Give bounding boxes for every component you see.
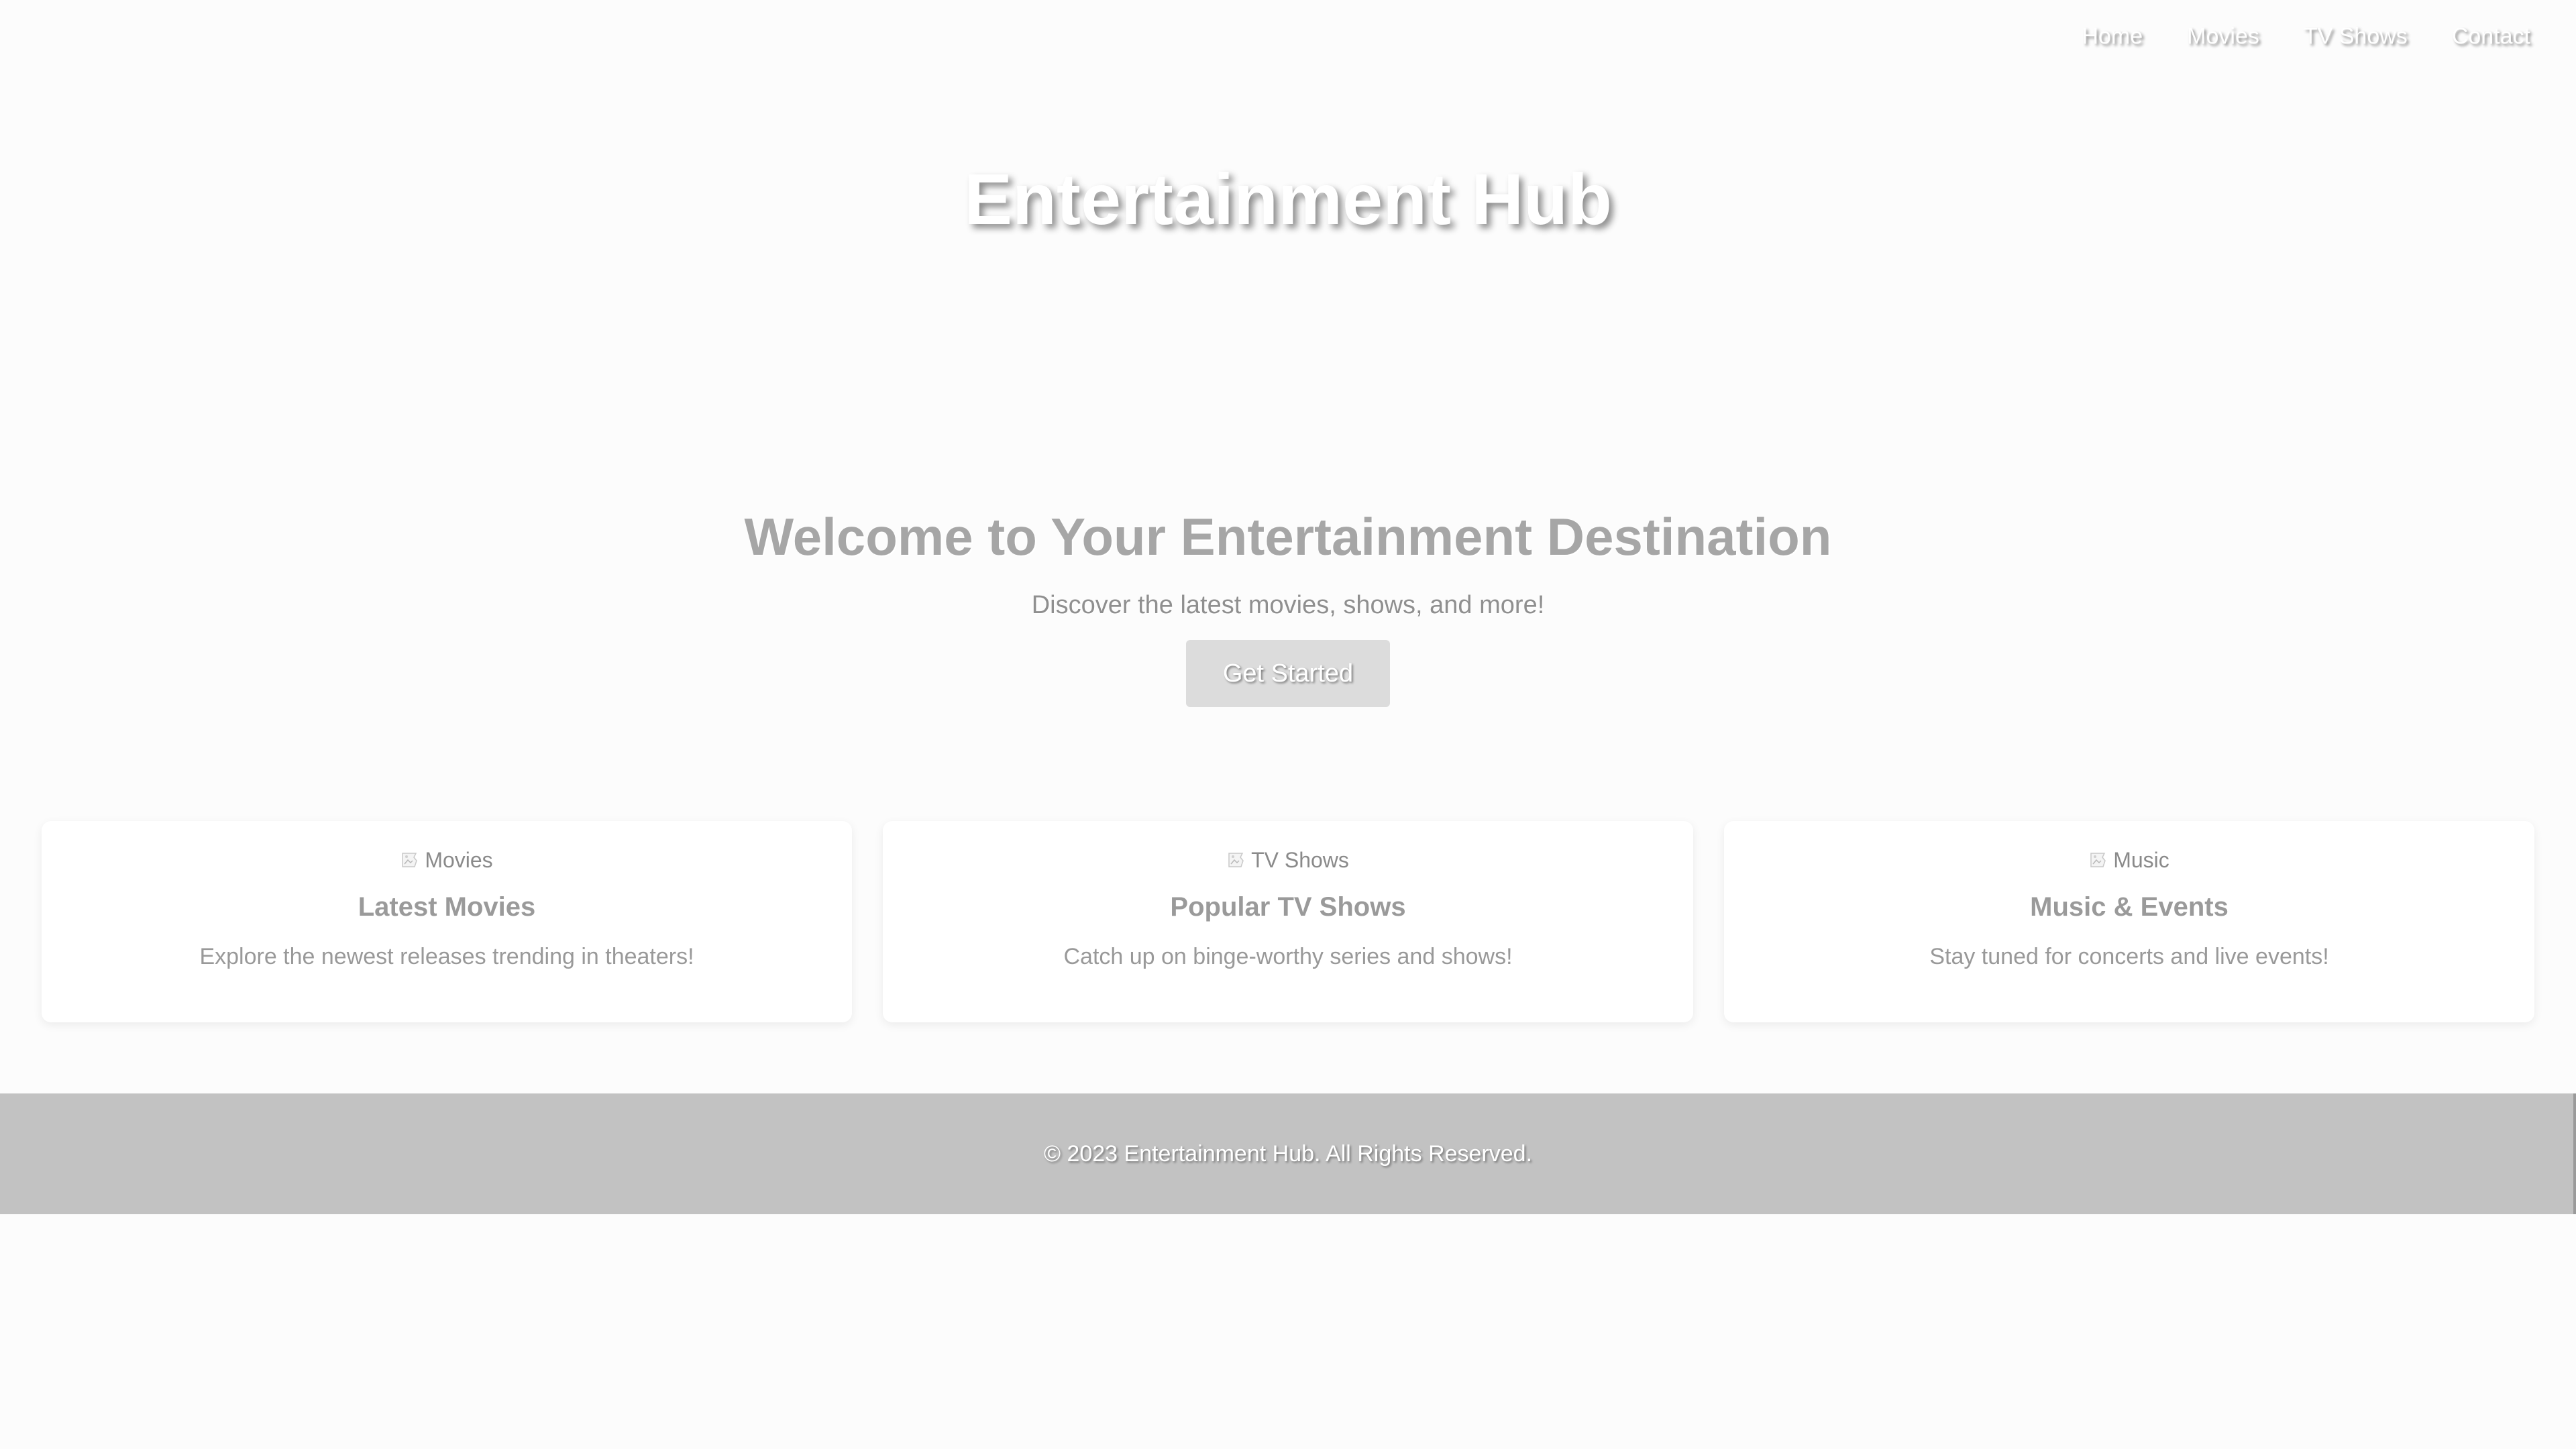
broken-image-icon <box>2090 853 2106 867</box>
welcome-heading: Welcome to Your Entertainment Destinatio… <box>744 507 1832 566</box>
nav-link-tv-shows[interactable]: TV Shows <box>2304 23 2408 50</box>
card-image-music: Music <box>2089 847 2169 873</box>
card-description: Stay tuned for concerts and live events! <box>1929 944 2329 969</box>
welcome-subtitle: Discover the latest movies, shows, and m… <box>1031 591 1545 619</box>
card-image-alt-text: Music <box>2113 848 2169 872</box>
nav-link-home[interactable]: Home <box>2082 23 2143 50</box>
card-title: Latest Movies <box>358 892 536 922</box>
get-started-button[interactable]: Get Started <box>1186 640 1390 707</box>
top-nav: Home Movies TV Shows Contact <box>2037 23 2530 50</box>
card-description: Explore the newest releases trending in … <box>199 944 694 969</box>
feature-cards: Movies Latest Movies Explore the newest … <box>42 821 2534 1022</box>
broken-image-icon <box>1228 853 1244 867</box>
card-image-movies: Movies <box>400 847 493 873</box>
card-movies[interactable]: Movies Latest Movies Explore the newest … <box>42 821 852 1022</box>
card-description: Catch up on binge-worthy series and show… <box>1063 944 1513 969</box>
page: Home Movies TV Shows Contact Entertainme… <box>0 0 2576 1449</box>
nav-link-movies[interactable]: Movies <box>2187 23 2259 50</box>
card-image-alt-text: TV Shows <box>1251 848 1349 872</box>
broken-image-icon <box>402 853 418 867</box>
card-music[interactable]: Music Music & Events Stay tuned for conc… <box>1724 821 2534 1022</box>
card-tv-shows[interactable]: TV Shows Popular TV Shows Catch up on bi… <box>883 821 1693 1022</box>
card-title: Music & Events <box>2030 892 2229 922</box>
scrollbar-edge <box>2573 1093 2576 1214</box>
footer: © 2023 Entertainment Hub. All Rights Res… <box>0 1093 2576 1214</box>
footer-copyright: © 2023 Entertainment Hub. All Rights Res… <box>1043 1141 1533 1167</box>
card-title: Popular TV Shows <box>1170 892 1406 922</box>
nav-link-contact[interactable]: Contact <box>2452 23 2530 50</box>
card-image-tv-shows: TV Shows <box>1227 847 1349 873</box>
site-title: Entertainment Hub <box>963 158 1613 239</box>
card-image-alt-text: Movies <box>425 848 493 872</box>
